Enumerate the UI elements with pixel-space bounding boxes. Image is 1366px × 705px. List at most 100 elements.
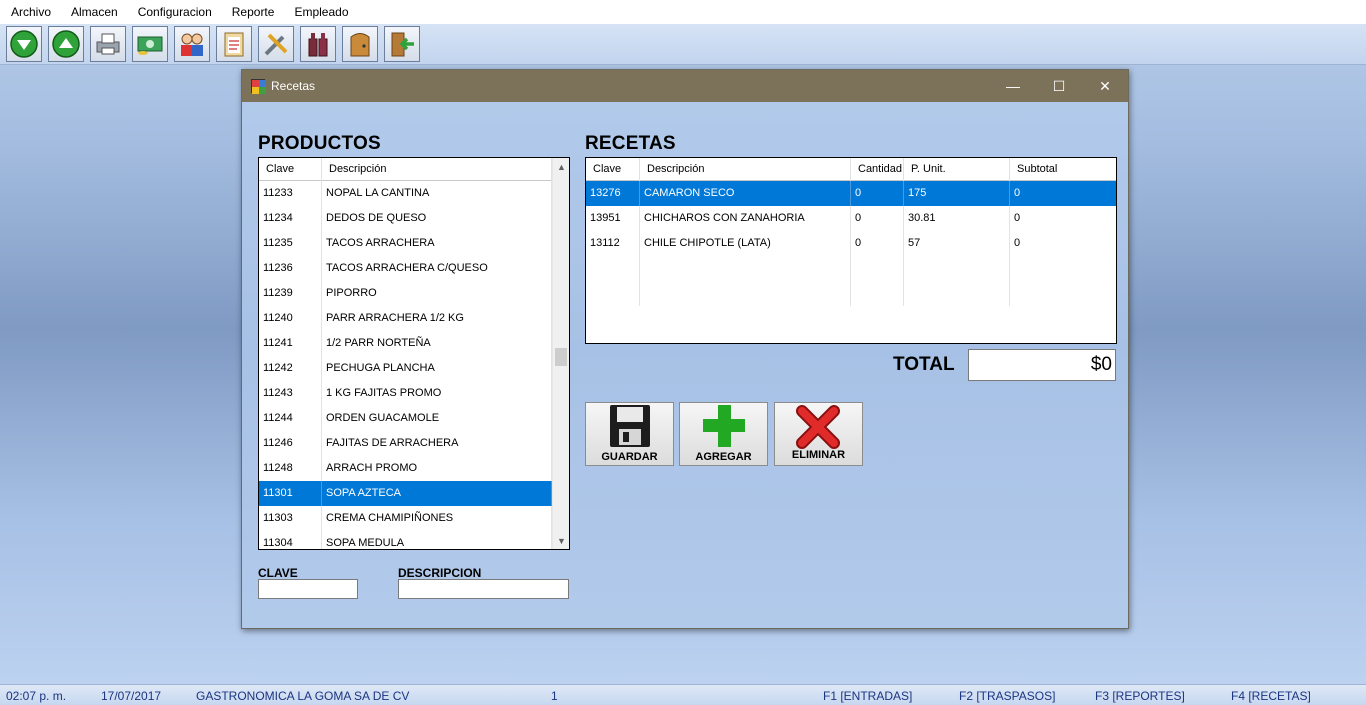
cell-clave: 13112 (586, 231, 640, 256)
delete-x-icon (795, 405, 840, 449)
printer-button[interactable] (90, 26, 126, 62)
cell-clave: 11304 (259, 531, 322, 549)
menu-configuracion[interactable]: Configuracion (127, 0, 221, 24)
status-time: 02:07 p. m. (6, 689, 67, 703)
status-date: 17/07/2017 (101, 689, 162, 703)
col-subtotal-header[interactable]: Subtotal (1010, 158, 1116, 181)
col-clave-header[interactable]: Clave (586, 158, 640, 181)
cell-subtotal: 0 (1014, 187, 1021, 199)
guardar-button[interactable]: GUARDAR (585, 402, 674, 466)
col-cantidad-header[interactable]: Cantidad (851, 158, 904, 181)
col-punit-header[interactable]: P. Unit. (904, 158, 1010, 181)
status-f2-traspasos[interactable]: F2 [TRASPASOS] (959, 689, 1055, 703)
table-row[interactable]: 13951 CHICHAROS CON ZANAHORIA 0 30.81 0 (586, 206, 1116, 231)
agregar-label: AGREGAR (695, 451, 752, 463)
empty-row (586, 256, 1116, 281)
maximize-button[interactable]: ☐ (1036, 70, 1082, 102)
upload-arrow-icon (52, 30, 80, 58)
tools-icon (264, 33, 288, 56)
cell-clave: 11234 (259, 206, 322, 231)
cell-punit: 30.81 (904, 206, 1010, 231)
users-icon (181, 33, 203, 56)
cell-descripcion: ORDEN GUACAMOLE (322, 406, 552, 431)
agregar-button[interactable]: AGREGAR (679, 402, 768, 466)
scroll-thumb[interactable] (555, 348, 567, 366)
toolbar (0, 24, 1366, 65)
menu-almacen[interactable]: Almacen (60, 0, 127, 24)
users-button[interactable] (174, 26, 210, 62)
guardar-label: GUARDAR (601, 451, 658, 463)
table-row[interactable]: 11236 TACOS ARRACHERA C/QUESO (259, 256, 552, 281)
tools-button[interactable] (258, 26, 294, 62)
menu-empleado[interactable]: Empleado (283, 0, 357, 24)
download-arrow-button[interactable] (6, 26, 42, 62)
recetas-title: RECETAS (585, 133, 676, 154)
eliminar-button[interactable]: ELIMINAR (774, 402, 863, 466)
table-row[interactable]: 11240 PARR ARRACHERA 1/2 KG (259, 306, 552, 331)
menu-bar: Archivo Almacen Configuracion Reporte Em… (0, 0, 1366, 24)
clipboard-icon (224, 32, 244, 57)
status-f1-entradas[interactable]: F1 [ENTRADAS] (823, 689, 912, 703)
col-descripcion-header[interactable]: Descripción (640, 158, 851, 181)
table-row[interactable]: 13112 CHILE CHIPOTLE (LATA) 0 57 0 (586, 231, 1116, 256)
col-descripcion-header[interactable]: Descripción (322, 158, 552, 181)
exit-button[interactable] (384, 26, 420, 62)
cell-descripcion: 1/2 PARR NORTEÑA (322, 331, 552, 356)
descripcion-input[interactable] (398, 579, 569, 599)
table-row[interactable]: 11246 FAJITAS DE ARRACHERA (259, 431, 552, 456)
cell-clave: 11301 (259, 481, 322, 506)
scroll-up-icon[interactable]: ▲ (553, 158, 569, 175)
productos-grid[interactable]: Clave Descripción 11233 NOPAL LA CANTINA 1… (258, 157, 570, 550)
table-row[interactable]: 11239 PIPORRO (259, 281, 552, 306)
menu-reporte[interactable]: Reporte (221, 0, 284, 24)
minimize-button[interactable]: — (990, 70, 1036, 102)
cell-descripcion: NOPAL LA CANTINA (322, 181, 552, 206)
cell-subtotal: 0 (1014, 237, 1021, 249)
productos-scrollbar[interactable]: ▲ ▼ (552, 158, 569, 549)
cell-descripcion: SOPA AZTECA (322, 481, 552, 506)
cell-descripcion: TACOS ARRACHERA (322, 231, 552, 256)
table-row[interactable]: 11244 ORDEN GUACAMOLE (259, 406, 552, 431)
cell-descripcion: SOPA MEDULA (322, 531, 552, 549)
upload-arrow-button[interactable] (48, 26, 84, 62)
money-button[interactable] (132, 26, 168, 62)
menu-archivo[interactable]: Archivo (0, 0, 60, 24)
table-row[interactable]: 13276 CAMARON SECO 0 175 0 (586, 181, 1116, 206)
cell-clave: 11303 (259, 506, 322, 531)
table-row[interactable]: 11248 ARRACH PROMO (259, 456, 552, 481)
table-row[interactable]: 11235 TACOS ARRACHERA (259, 231, 552, 256)
table-row[interactable]: 11304 SOPA MEDULA (259, 531, 552, 549)
table-row[interactable]: 11242 PECHUGA PLANCHA (259, 356, 552, 381)
recetas-grid[interactable]: Clave Descripción Cantidad P. Unit. Subt… (585, 157, 1117, 344)
table-row[interactable]: 11243 1 KG FAJITAS PROMO (259, 381, 552, 406)
close-button[interactable]: ✕ (1082, 70, 1128, 102)
table-row[interactable]: 11303 CREMA CHAMIPIÑONES (259, 506, 552, 531)
status-f3-reportes[interactable]: F3 [REPORTES] (1095, 689, 1185, 703)
bottles-button[interactable] (300, 26, 336, 62)
plus-icon (702, 405, 745, 447)
cell-clave: 11233 (259, 181, 322, 206)
cell-punit (904, 256, 1010, 281)
productos-title: PRODUCTOS (258, 133, 381, 154)
scroll-down-icon[interactable]: ▼ (553, 532, 569, 549)
recetas-header: Clave Descripción Cantidad P. Unit. Subt… (586, 158, 1116, 181)
table-row[interactable]: 11233 NOPAL LA CANTINA (259, 181, 552, 206)
table-row[interactable]: 11241 1/2 PARR NORTEÑA (259, 331, 552, 356)
cell-descripcion: CAMARON SECO (640, 181, 851, 206)
cell-descripcion: CHILE CHIPOTLE (LATA) (640, 231, 851, 256)
clipboard-button[interactable] (216, 26, 252, 62)
table-row[interactable]: 11301 SOPA AZTECA (259, 481, 552, 506)
cell-descripcion: PIPORRO (322, 281, 552, 306)
cell-clave (586, 256, 640, 281)
table-row[interactable]: 11234 DEDOS DE QUESO (259, 206, 552, 231)
cell-clave: 11236 (259, 256, 322, 281)
col-clave-header[interactable]: Clave (259, 158, 322, 181)
door-icon (350, 33, 370, 57)
cell-clave: 11235 (259, 231, 322, 256)
cell-cantidad: 0 (851, 181, 904, 206)
door-button[interactable] (342, 26, 378, 62)
status-number: 1 (551, 689, 558, 703)
clave-input[interactable] (258, 579, 358, 599)
window-titlebar: Recetas — ☐ ✕ (242, 70, 1128, 102)
status-f4-recetas[interactable]: F4 [RECETAS] (1231, 689, 1311, 703)
